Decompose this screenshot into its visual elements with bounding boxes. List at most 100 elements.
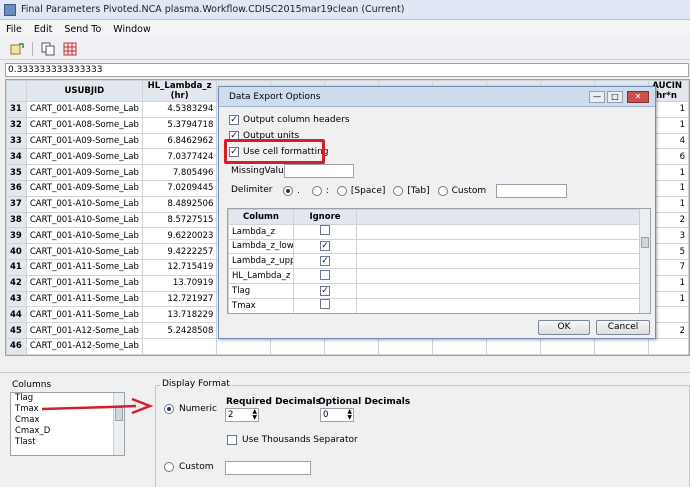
delimiter-radio-tab[interactable] bbox=[393, 186, 404, 196]
hl-lambda-cell[interactable] bbox=[141, 337, 218, 355]
usubjid-cell[interactable]: CART_001-A10-Some_Lab bbox=[25, 227, 143, 245]
formula-bar[interactable]: 0.333333333333333 bbox=[5, 63, 689, 77]
grid-button[interactable] bbox=[61, 41, 79, 57]
usubjid-cell[interactable]: CART_001-A11-Some_Lab bbox=[25, 306, 143, 324]
usubjid-cell[interactable]: CART_001-A11-Some_Lab bbox=[25, 290, 143, 308]
required-decimals-input[interactable]: 2 ▲ ▼ bbox=[225, 408, 259, 422]
ok-button[interactable]: OK bbox=[538, 320, 590, 335]
hl-lambda-cell[interactable]: 12.715419 bbox=[141, 258, 218, 276]
ignore-checkbox[interactable]: ✓ bbox=[320, 241, 330, 252]
hl-lambda-cell[interactable]: 13.718229 bbox=[141, 306, 218, 324]
table-row[interactable]: Lambda_z_lowe ✓ bbox=[228, 238, 640, 255]
usubjid-cell[interactable]: CART_001-A09-Some_Lab bbox=[25, 148, 143, 166]
list-item[interactable]: Cmax_D bbox=[11, 426, 124, 437]
delimiter-radio-custom[interactable] bbox=[437, 186, 448, 196]
ignore-table-scrollbar[interactable] bbox=[639, 209, 650, 313]
ignore-cell[interactable] bbox=[293, 268, 357, 284]
hl-lambda-cell[interactable]: 6.8462962 bbox=[141, 132, 218, 150]
column-header-hl-lambda[interactable]: HL_Lambda_z (hr) bbox=[141, 80, 218, 102]
optional-decimals-input[interactable]: 0 ▲ ▼ bbox=[320, 408, 354, 422]
hl-lambda-cell[interactable]: 9.4222257 bbox=[141, 243, 218, 260]
maximize-button[interactable]: □ bbox=[607, 91, 623, 103]
grid-cell[interactable] bbox=[432, 337, 488, 355]
output-headers-option[interactable]: ✓ Output column headers bbox=[229, 115, 350, 125]
custom-radio[interactable] bbox=[164, 462, 174, 472]
ignore-checkbox[interactable] bbox=[320, 225, 330, 236]
usubjid-cell[interactable]: CART_001-A08-Some_Lab bbox=[25, 116, 143, 134]
table-row[interactable]: Tmax bbox=[228, 297, 640, 313]
numeric-option[interactable]: Numeric bbox=[164, 404, 217, 414]
grid-cell[interactable] bbox=[540, 337, 596, 355]
grid-cell[interactable] bbox=[486, 337, 542, 355]
minimize-button[interactable]: — bbox=[589, 91, 605, 103]
hl-lambda-cell[interactable]: 13.70919 bbox=[141, 274, 218, 292]
delimiter-radio-dot[interactable] bbox=[283, 186, 293, 196]
hl-lambda-cell[interactable]: 7.805496 bbox=[141, 164, 218, 181]
thousands-option[interactable]: Use Thousands Separator bbox=[227, 435, 358, 445]
menu-window[interactable]: Window bbox=[113, 24, 150, 35]
ignore-checkbox[interactable] bbox=[320, 299, 330, 310]
usubjid-cell[interactable]: CART_001-A09-Some_Lab bbox=[25, 179, 143, 197]
grid-cell[interactable] bbox=[270, 337, 326, 355]
list-item[interactable]: Tlast bbox=[11, 437, 124, 448]
copy-button[interactable] bbox=[39, 41, 57, 57]
delimiter-radio-space[interactable] bbox=[336, 186, 347, 196]
ignore-checkbox[interactable] bbox=[320, 269, 330, 280]
table-row[interactable]: Lambda_z_uppe ✓ bbox=[228, 253, 640, 270]
usubjid-cell[interactable]: CART_001-A09-Some_Lab bbox=[25, 132, 143, 150]
hl-lambda-cell[interactable]: 5.2428508 bbox=[141, 322, 218, 339]
column-header-usubjid[interactable]: USUBJID bbox=[25, 80, 143, 102]
usubjid-cell[interactable]: CART_001-A11-Some_Lab bbox=[25, 274, 143, 292]
usubjid-cell[interactable]: CART_001-A10-Some_Lab bbox=[25, 243, 143, 260]
spinner-icon[interactable]: ▲ ▼ bbox=[347, 409, 352, 421]
ignore-columns-table[interactable]: Column Ignore Lambda_z Lambda_z_lowe ✓ Lamb… bbox=[227, 208, 651, 314]
grid-cell[interactable] bbox=[594, 337, 650, 355]
output-headers-checkbox[interactable]: ✓ bbox=[229, 115, 239, 125]
usubjid-cell[interactable]: CART_001-A10-Some_Lab bbox=[25, 195, 143, 213]
spinner-icon[interactable]: ▲ ▼ bbox=[252, 409, 257, 421]
table-row[interactable]: Lambda_z bbox=[228, 223, 640, 240]
close-button[interactable]: ✕ bbox=[627, 91, 649, 103]
usubjid-cell[interactable]: CART_001-A12-Some_Lab bbox=[25, 337, 143, 355]
custom-option[interactable]: Custom bbox=[164, 462, 213, 472]
ignore-cell[interactable]: ✓ bbox=[293, 282, 357, 299]
menu-edit[interactable]: Edit bbox=[34, 24, 52, 35]
table-row[interactable]: HL_Lambda_z bbox=[228, 268, 640, 284]
hl-lambda-cell[interactable]: 5.3794718 bbox=[141, 116, 218, 134]
table-row[interactable]: 46 CART_001-A12-Some_Lab bbox=[6, 337, 689, 355]
usubjid-cell[interactable]: CART_001-A11-Some_Lab bbox=[25, 258, 143, 276]
grid-cell[interactable] bbox=[378, 337, 434, 355]
ignore-cell[interactable] bbox=[293, 297, 357, 313]
scroll-thumb[interactable] bbox=[641, 237, 649, 248]
ignore-checkbox[interactable]: ✓ bbox=[320, 256, 330, 267]
grid-cell[interactable] bbox=[324, 337, 380, 355]
hl-lambda-cell[interactable]: 4.5383294 bbox=[141, 101, 218, 118]
missing-value-input[interactable] bbox=[284, 164, 354, 178]
thousands-checkbox[interactable] bbox=[227, 435, 237, 445]
hl-lambda-cell[interactable]: 7.0377424 bbox=[141, 148, 218, 166]
hl-lambda-cell[interactable]: 8.4892506 bbox=[141, 195, 218, 213]
hl-lambda-cell[interactable]: 7.0209445 bbox=[141, 179, 218, 197]
ignore-cell[interactable]: ✓ bbox=[293, 253, 357, 270]
menu-file[interactable]: File bbox=[6, 24, 22, 35]
grid-cell[interactable] bbox=[216, 337, 272, 355]
usubjid-cell[interactable]: CART_001-A10-Some_Lab bbox=[25, 211, 143, 229]
ignore-cell[interactable]: ✓ bbox=[293, 238, 357, 255]
cancel-button[interactable]: Cancel bbox=[596, 320, 650, 335]
aucin-cell[interactable] bbox=[648, 337, 689, 355]
hl-lambda-cell[interactable]: 8.5727515 bbox=[141, 211, 218, 229]
ignore-cell[interactable] bbox=[293, 223, 357, 240]
hl-lambda-cell[interactable]: 9.6220023 bbox=[141, 227, 218, 245]
menu-send-to[interactable]: Send To bbox=[64, 24, 101, 35]
delimiter-radio-colon[interactable] bbox=[311, 186, 322, 196]
numeric-radio[interactable] bbox=[164, 404, 174, 414]
hl-lambda-cell[interactable]: 12.721927 bbox=[141, 290, 218, 308]
custom-format-input[interactable] bbox=[225, 461, 311, 475]
table-row[interactable]: Tlag ✓ bbox=[228, 282, 640, 299]
usubjid-cell[interactable]: CART_001-A08-Some_Lab bbox=[25, 101, 143, 118]
custom-delimiter-input[interactable] bbox=[496, 184, 568, 198]
ignore-checkbox[interactable]: ✓ bbox=[320, 285, 330, 296]
usubjid-cell[interactable]: CART_001-A12-Some_Lab bbox=[25, 322, 143, 339]
usubjid-cell[interactable]: CART_001-A09-Some_Lab bbox=[25, 164, 143, 181]
refresh-button[interactable] bbox=[8, 41, 26, 57]
